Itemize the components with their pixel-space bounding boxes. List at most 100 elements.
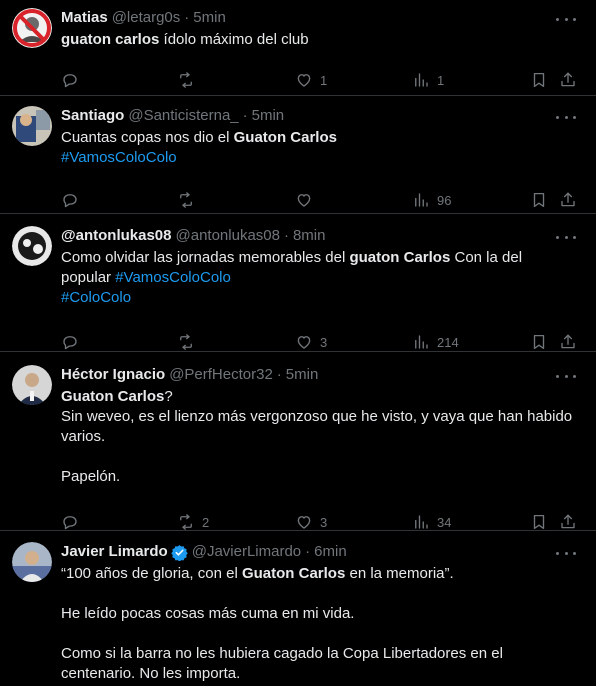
reply-icon xyxy=(63,336,77,350)
share-button[interactable] xyxy=(559,513,577,531)
views-icon xyxy=(415,515,428,529)
text-line: Papelón. xyxy=(61,468,121,485)
tweet-header: Javier Limardo @JavierLimardo · 6min xyxy=(61,542,584,562)
views-icon xyxy=(415,73,428,87)
tweet-text: Como olvidar las jornadas memorables del… xyxy=(61,248,584,308)
views-count: 214 xyxy=(437,334,459,350)
tweet-actions: 3 214 xyxy=(61,332,584,352)
views-button[interactable]: 1 xyxy=(412,71,444,89)
avatar[interactable] xyxy=(12,8,52,48)
tweet-time[interactable]: 6min xyxy=(314,542,347,562)
bookmark-button[interactable] xyxy=(530,191,548,209)
text-plain: en la memoria”. xyxy=(345,565,454,582)
tweet-time[interactable]: 5min xyxy=(193,8,226,28)
more-options-icon[interactable] xyxy=(556,546,576,560)
views-icon xyxy=(415,335,428,349)
mention-bold: guaton Carlos xyxy=(349,249,451,266)
tweet-actions: 2 3 34 xyxy=(61,512,584,532)
like-count: 1 xyxy=(320,72,328,88)
separator-dot: · xyxy=(184,9,190,26)
separator-dot: · xyxy=(242,107,248,124)
text-line: varios. xyxy=(61,428,106,445)
hashtag-link[interactable]: #VamosColoColo xyxy=(61,149,177,166)
author-handle[interactable]: @PerfHector32 xyxy=(169,365,273,385)
tweet-text: Guaton Carlos? Sin weveo, es el lienzo m… xyxy=(61,387,584,487)
more-options-icon[interactable] xyxy=(556,369,576,383)
share-icon xyxy=(561,192,575,207)
views-icon xyxy=(415,193,428,207)
retweet-icon xyxy=(180,334,192,350)
reply-button[interactable] xyxy=(61,191,86,209)
author-name[interactable]: Javier Limardo xyxy=(61,542,168,562)
author-name[interactable]: Héctor Ignacio xyxy=(61,365,165,385)
share-button[interactable] xyxy=(559,71,577,89)
retweet-button[interactable] xyxy=(177,333,202,351)
bookmark-button[interactable] xyxy=(530,513,548,531)
tweet-time[interactable]: 5min xyxy=(286,365,319,385)
reply-icon xyxy=(63,74,77,88)
separator-dot: · xyxy=(283,227,289,244)
mention-bold: Guaton Carlos xyxy=(233,129,337,146)
tweet-matias[interactable]: Matias @letarg0s · 5min guaton carlos íd… xyxy=(0,0,596,96)
text-line: He leído pocas cosas más cuma en mi vida… xyxy=(61,605,355,622)
avatar[interactable] xyxy=(12,106,52,146)
author-handle[interactable]: @JavierLimardo xyxy=(192,542,301,562)
more-options-icon[interactable] xyxy=(556,12,576,26)
more-options-icon[interactable] xyxy=(556,110,576,124)
avatar[interactable] xyxy=(12,226,52,266)
retweet-button[interactable] xyxy=(177,191,202,209)
tweet-santiago[interactable]: Santiago @Santicisterna_ · 5min Cuantas … xyxy=(0,96,596,214)
like-button[interactable]: 3 xyxy=(295,513,327,531)
share-icon xyxy=(561,334,575,349)
tweet-text: guaton carlos ídolo máximo del club xyxy=(61,30,584,50)
tweet-hector-ignacio[interactable]: Héctor Ignacio @PerfHector32 · 5min Guat… xyxy=(0,352,596,531)
bookmark-icon xyxy=(533,514,545,530)
author-name[interactable]: Santiago xyxy=(61,106,124,126)
more-options-icon[interactable] xyxy=(556,230,576,244)
reply-button[interactable] xyxy=(61,513,86,531)
views-count: 1 xyxy=(437,72,445,88)
separator-dot: · xyxy=(276,366,282,383)
like-button[interactable] xyxy=(295,191,320,209)
author-handle[interactable]: @Santicisterna_ xyxy=(128,106,238,126)
bookmark-button[interactable] xyxy=(530,71,548,89)
text-plain: Con la del xyxy=(450,249,523,266)
tweet-header: Santiago @Santicisterna_ · 5min xyxy=(61,106,584,126)
retweet-button[interactable] xyxy=(177,71,202,89)
tweet-javier-limardo[interactable]: Javier Limardo @JavierLimardo · 6min “10… xyxy=(0,531,596,686)
views-button[interactable]: 214 xyxy=(412,333,459,351)
author-name[interactable]: @antonlukas08 xyxy=(61,226,172,246)
avatar[interactable] xyxy=(12,542,52,582)
reply-button[interactable] xyxy=(61,333,86,351)
author-handle[interactable]: @letarg0s xyxy=(112,8,181,28)
tweet-actions: 11 xyxy=(61,70,584,90)
text-plain: Como olvidar las jornadas memorables del xyxy=(61,249,350,266)
reply-button[interactable] xyxy=(61,71,86,89)
tweet-time[interactable]: 8min xyxy=(293,226,326,246)
author-handle[interactable]: @antonlukas08 xyxy=(176,226,280,246)
tweet-text: “100 años de gloria, con el Guaton Carlo… xyxy=(61,564,584,684)
hashtag-link[interactable]: #VamosColoColo xyxy=(115,269,231,286)
tweet-time[interactable]: 5min xyxy=(252,106,285,126)
text-line: Como si la barra no les hubiera cagado l… xyxy=(61,645,503,662)
views-button[interactable]: 34 xyxy=(412,513,451,531)
bookmark-icon xyxy=(533,334,545,350)
like-count: 3 xyxy=(320,514,328,530)
author-name[interactable]: Matias xyxy=(61,8,108,28)
views-count: 96 xyxy=(437,192,452,208)
retweet-icon xyxy=(180,514,192,530)
views-button[interactable]: 96 xyxy=(412,191,451,209)
bookmark-button[interactable] xyxy=(530,333,548,351)
tweet-antonlukas08[interactable]: @antonlukas08 @antonlukas08 · 8min Como … xyxy=(0,214,596,352)
avatar[interactable] xyxy=(12,365,52,405)
like-button[interactable]: 1 xyxy=(295,71,327,89)
hashtag-link[interactable]: #ColoColo xyxy=(61,289,131,306)
share-button[interactable] xyxy=(559,333,577,351)
like-button[interactable]: 3 xyxy=(295,333,327,351)
retweet-icon xyxy=(180,192,192,208)
share-button[interactable] xyxy=(559,191,577,209)
tweet-header: @antonlukas08 @antonlukas08 · 8min xyxy=(61,226,584,246)
like-icon xyxy=(297,194,311,207)
mention-bold: Guaton Carlos xyxy=(241,565,346,582)
retweet-button[interactable]: 2 xyxy=(177,513,209,531)
